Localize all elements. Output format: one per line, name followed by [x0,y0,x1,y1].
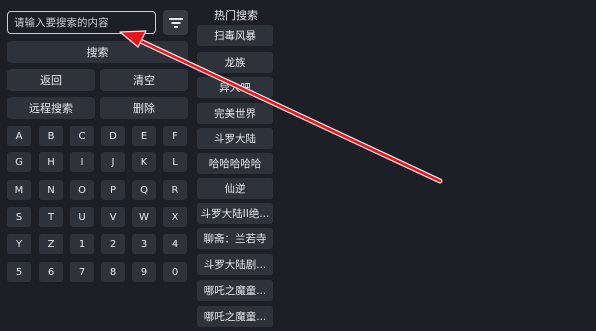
remote-search-button[interactable]: 远程搜索 [7,97,95,119]
search-input[interactable] [7,11,156,34]
key-g[interactable]: G [7,152,31,172]
key-h[interactable]: H [39,152,63,172]
key-5[interactable]: 5 [7,262,31,282]
hot-search-item[interactable]: 完美世界 [197,103,273,124]
key-8[interactable]: 8 [101,262,125,282]
key-w[interactable]: W [132,207,156,227]
key-l[interactable]: L [163,152,187,172]
key-q[interactable]: Q [132,180,156,200]
hot-search-item[interactable]: 仙逆 [197,178,273,199]
filter-button[interactable] [163,10,188,35]
key-s[interactable]: S [7,207,31,227]
key-x[interactable]: X [163,207,187,227]
clear-button[interactable]: 清空 [100,69,188,91]
key-j[interactable]: J [101,152,125,172]
hot-search-item[interactable]: 斗罗大陆 [197,128,273,149]
key-u[interactable]: U [70,207,94,227]
key-3[interactable]: 3 [132,234,156,254]
back-button[interactable]: 返回 [7,69,95,91]
filter-icon [168,17,183,28]
key-0[interactable]: 0 [163,262,187,282]
key-6[interactable]: 6 [39,262,63,282]
key-n[interactable]: N [39,180,63,200]
hot-search-item[interactable]: 哪吒之魔童... [197,306,273,327]
key-1[interactable]: 1 [70,234,94,254]
key-v[interactable]: V [101,207,125,227]
key-4[interactable]: 4 [163,234,187,254]
key-t[interactable]: T [39,207,63,227]
hot-search-item[interactable]: 斗罗大陆剧... [197,254,273,275]
key-a[interactable]: A [7,126,31,146]
key-b[interactable]: B [39,126,63,146]
key-d[interactable]: D [101,126,125,146]
key-i[interactable]: I [70,152,94,172]
key-9[interactable]: 9 [132,262,156,282]
hot-search-item[interactable]: 聊斋：兰若寺 [197,228,273,249]
hot-search-item[interactable]: 龙族 [197,52,273,73]
key-p[interactable]: P [101,180,125,200]
key-r[interactable]: R [163,180,187,200]
hot-search-item[interactable]: 哪吒之魔童... [197,280,273,301]
key-y[interactable]: Y [7,234,31,254]
hot-search-item[interactable]: 哈哈哈哈哈 [197,153,273,174]
hot-search-item[interactable]: 扫毒风暴 [197,25,273,46]
key-k[interactable]: K [132,152,156,172]
key-f[interactable]: F [163,126,187,146]
key-m[interactable]: M [7,180,31,200]
key-o[interactable]: O [70,180,94,200]
hot-search-item[interactable]: 斗罗大陆II绝... [197,203,273,224]
key-c[interactable]: C [70,126,94,146]
key-2[interactable]: 2 [101,234,125,254]
delete-button[interactable]: 删除 [100,97,188,119]
hot-search-title: 热门搜索 [214,9,258,22]
hot-search-item[interactable]: 异人吧 [197,77,273,98]
key-z[interactable]: Z [39,234,63,254]
key-e[interactable]: E [132,126,156,146]
search-button[interactable]: 搜索 [7,41,188,63]
key-7[interactable]: 7 [70,262,94,282]
